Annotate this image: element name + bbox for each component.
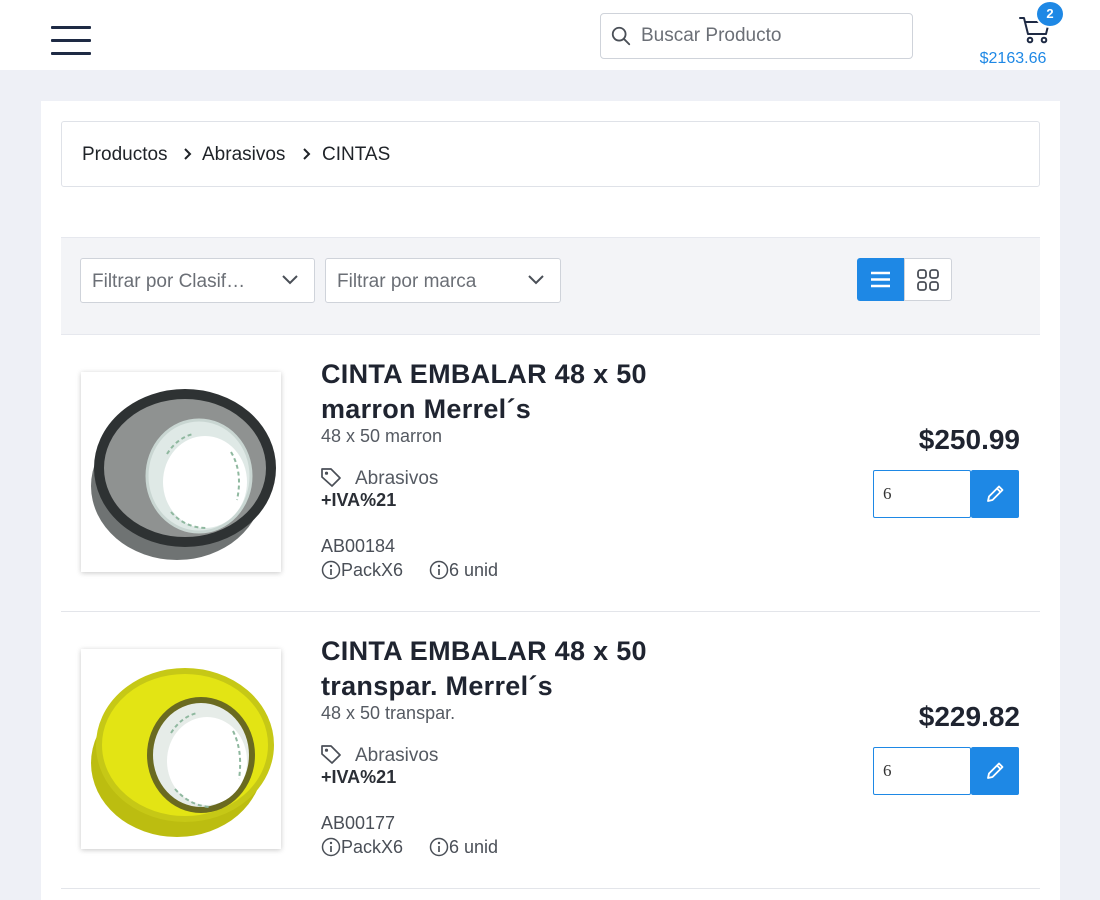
product-image[interactable] bbox=[81, 649, 281, 849]
product-units-label: 6 unid bbox=[449, 560, 499, 580]
chevron-down-icon bbox=[528, 275, 544, 285]
product-units-label: 6 unid bbox=[449, 837, 499, 857]
breadcrumb: Productos Abrasivos CINTAS bbox=[61, 121, 1040, 187]
menu-line bbox=[51, 39, 91, 42]
search-box bbox=[600, 13, 913, 59]
chevron-down-icon bbox=[282, 275, 298, 285]
product-tax-label: +IVA%21 bbox=[321, 767, 397, 787]
brand-filter-value: Filtrar por marca bbox=[337, 271, 477, 292]
breadcrumb-abrasivos[interactable]: Abrasivos bbox=[202, 144, 285, 166]
top-bar: 2 $2163.66 bbox=[0, 0, 1100, 70]
tag-icon bbox=[321, 745, 341, 764]
tag-icon bbox=[321, 468, 341, 487]
pencil-icon bbox=[987, 762, 1004, 779]
info-icon bbox=[321, 837, 341, 857]
product-description: 48 x 50 transpar. bbox=[321, 703, 456, 723]
cart-count-badge: 2 bbox=[1035, 0, 1065, 28]
product-card: CINTA EMBALAR 48 x 50 transpar. Merrel´s… bbox=[61, 612, 1040, 889]
brand-filter-select[interactable]: Filtrar por marca bbox=[325, 258, 561, 303]
classification-filter-select[interactable]: Filtrar por Clasif… bbox=[80, 258, 315, 303]
breadcrumb-productos[interactable]: Productos bbox=[82, 144, 168, 166]
product-image[interactable] bbox=[81, 372, 281, 572]
product-title[interactable]: CINTA EMBALAR 48 x 50 marron Merrel´s bbox=[321, 357, 741, 427]
product-price: $250.99 bbox=[918, 424, 1020, 455]
menu-line bbox=[51, 26, 91, 29]
quantity-input[interactable] bbox=[873, 747, 971, 795]
info-icon bbox=[429, 560, 449, 580]
list-view-icon bbox=[871, 271, 890, 288]
product-sku: AB00177 bbox=[321, 813, 396, 833]
chevron-right-icon bbox=[303, 148, 311, 160]
product-price: $229.82 bbox=[918, 701, 1020, 732]
chevron-right-icon bbox=[184, 148, 192, 160]
quantity-input[interactable] bbox=[873, 470, 971, 518]
classification-filter-value: Filtrar por Clasif… bbox=[92, 271, 246, 292]
product-pack-label: PackX6 bbox=[341, 560, 404, 580]
product-description: 48 x 50 marron bbox=[321, 426, 443, 446]
product-sku: AB00184 bbox=[321, 536, 396, 556]
product-category-label: Abrasivos bbox=[355, 745, 439, 766]
edit-quantity-button[interactable] bbox=[971, 747, 1019, 795]
product-title[interactable]: CINTA EMBALAR 48 x 50 transpar. Merrel´s bbox=[321, 634, 741, 704]
tape-roll-image bbox=[81, 649, 281, 849]
info-icon bbox=[429, 837, 449, 857]
list-view-button[interactable] bbox=[857, 258, 904, 301]
tape-roll-image bbox=[81, 372, 281, 572]
product-category-label: Abrasivos bbox=[355, 468, 439, 489]
product-pack-label: PackX6 bbox=[341, 837, 404, 857]
search-icon[interactable] bbox=[610, 25, 632, 47]
grid-view-icon bbox=[917, 269, 939, 291]
menu-line bbox=[51, 52, 91, 55]
grid-view-button[interactable] bbox=[904, 258, 952, 301]
hamburger-menu-icon[interactable] bbox=[51, 26, 91, 56]
product-card: CINTA EMBALAR 48 x 50 marron Merrel´s 48… bbox=[61, 335, 1040, 612]
product-tax-label: +IVA%21 bbox=[321, 490, 397, 510]
edit-quantity-button[interactable] bbox=[971, 470, 1019, 518]
info-icon bbox=[321, 560, 341, 580]
search-input[interactable] bbox=[641, 20, 903, 52]
breadcrumb-cintas: CINTAS bbox=[322, 144, 391, 165]
pencil-icon bbox=[987, 485, 1004, 502]
cart-total[interactable]: $2163.66 bbox=[960, 50, 1066, 68]
